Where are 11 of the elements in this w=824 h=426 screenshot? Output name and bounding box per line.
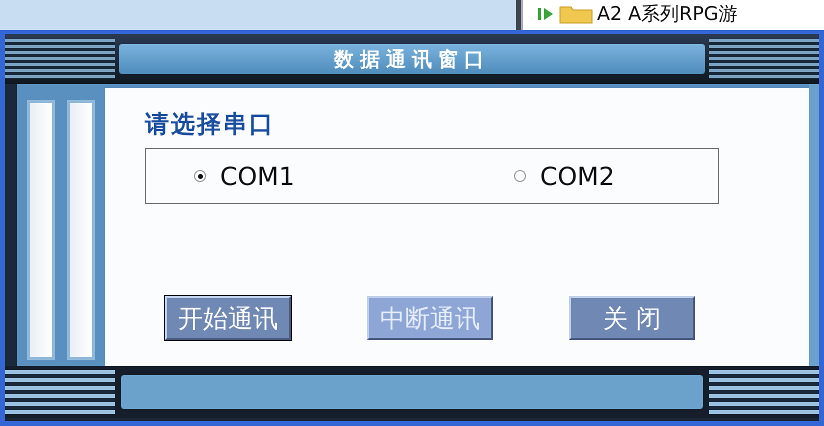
dialog-button[interactable]: 开始通讯: [165, 296, 291, 340]
expand-arrow-icon[interactable]: [537, 6, 555, 22]
dialog-button[interactable]: 关 闭: [569, 296, 695, 340]
radio-label[interactable]: COM2: [540, 162, 615, 190]
window-title: 数据通讯窗口: [334, 46, 490, 72]
folder-icon: [559, 4, 593, 24]
group-heading: 请选择串口: [145, 109, 276, 140]
radio-button[interactable]: [514, 170, 526, 182]
radio-button[interactable]: [194, 170, 206, 182]
tree-item-label[interactable]: A2 A系列RPG游: [597, 2, 738, 26]
radio-label[interactable]: COM1: [220, 162, 295, 190]
